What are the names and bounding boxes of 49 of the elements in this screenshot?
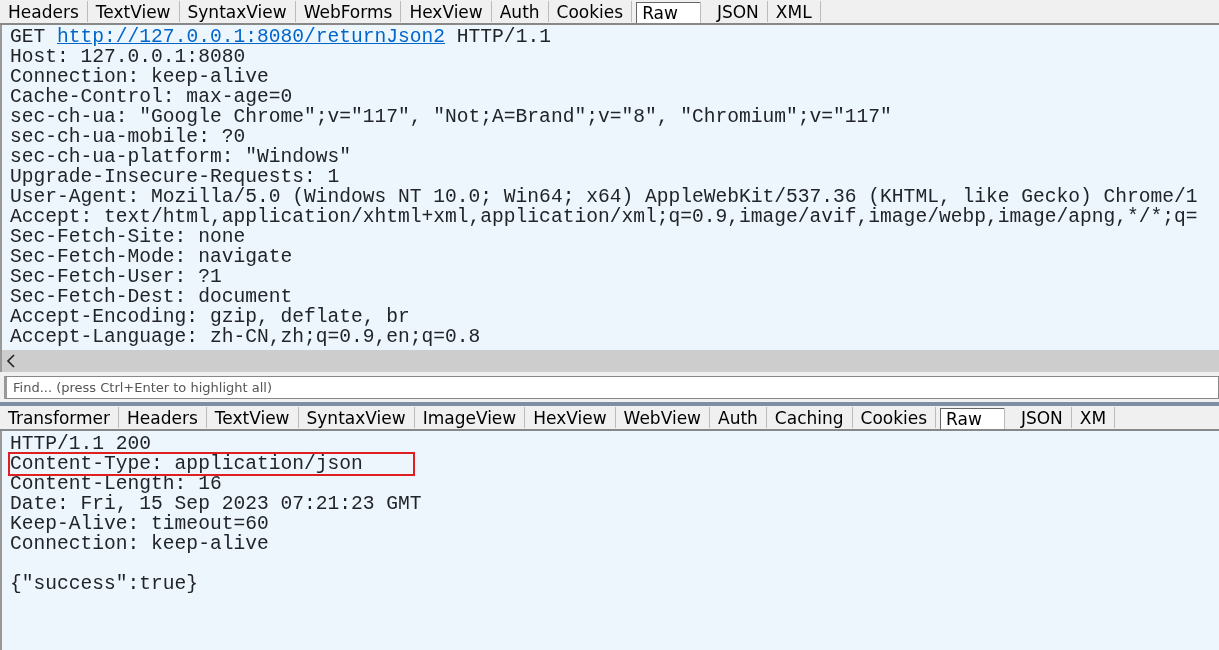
- header-line: Sec-Fetch-Site: none: [10, 227, 246, 247]
- tab[interactable]: TextView: [87, 1, 180, 22]
- tab[interactable]: HexView: [401, 1, 492, 22]
- tab[interactable]: XM: [1071, 407, 1116, 428]
- header-line: Content-Type: application/json: [10, 454, 413, 474]
- tab[interactable]: WebView: [615, 407, 710, 428]
- request-line: GET http://127.0.0.1:8080/returnJson2 HTTP/1.1: [10, 27, 551, 47]
- header-line: Connection: keep-alive: [10, 534, 269, 554]
- header-line: Sec-Fetch-Dest: document: [10, 287, 293, 307]
- header-line: Upgrade-Insecure-Requests: 1: [10, 167, 340, 187]
- tab[interactable]: Transformer: [0, 407, 119, 428]
- find-field[interactable]: Find... (press Ctrl+Enter to highlight all): [4, 376, 1219, 399]
- tab[interactable]: Headers: [119, 407, 207, 428]
- header-line: sec-ch-ua: "Google Chrome";v="117", "Not;A=Brand";v="8", "Chromium";v="117": [10, 107, 892, 127]
- header-line: Connection: keep-alive: [10, 67, 269, 87]
- tab[interactable]: Raw: [636, 2, 701, 23]
- header-line: User-Agent: Mozilla/5.0 (Windows NT 10.0; Win64; x64) AppleWebKit/537.36 (KHTML, like Gecko) Chrome/1: [10, 187, 1198, 207]
- header-line: Accept-Language: zh-CN,zh;q=0.9,en;q=0.8: [10, 327, 481, 347]
- header-line: sec-ch-ua-platform: "Windows": [10, 147, 351, 167]
- tab[interactable]: Cookies: [548, 1, 633, 22]
- tab[interactable]: SyntaxView: [298, 407, 415, 428]
- header-line: Content-Length: 16: [10, 474, 222, 494]
- scroll-left-icon[interactable]: [6, 354, 16, 368]
- tab[interactable]: Auth: [710, 407, 767, 428]
- header-line: Host: 127.0.0.1:8080: [10, 47, 246, 67]
- header-line: sec-ch-ua-mobile: ?0: [10, 127, 246, 147]
- tab[interactable]: Caching: [766, 407, 853, 428]
- header-line: Cache-Control: max-age=0: [10, 87, 293, 107]
- url-link[interactable]: http://127.0.0.1:8080/returnJson2: [57, 26, 446, 48]
- header-line: Sec-Fetch-User: ?1: [10, 267, 222, 287]
- tab[interactable]: JSON: [708, 1, 768, 22]
- header-line: Sec-Fetch-Mode: navigate: [10, 247, 293, 267]
- tab[interactable]: TextView: [206, 407, 299, 428]
- tab[interactable]: JSON: [1012, 407, 1072, 428]
- header-line: Accept-Encoding: gzip, deflate, br: [10, 307, 410, 327]
- tab[interactable]: Cookies: [852, 407, 937, 428]
- tab[interactable]: Raw: [940, 408, 1005, 429]
- tab[interactable]: HexView: [525, 407, 616, 428]
- tab[interactable]: SyntaxView: [179, 1, 296, 22]
- tab[interactable]: ImageView: [414, 407, 526, 428]
- header-line: Keep-Alive: timeout=60: [10, 514, 269, 534]
- header-line: HTTP/1.1 200: [10, 434, 152, 454]
- tab[interactable]: XML: [767, 1, 821, 22]
- response-body: {"success":true}: [10, 574, 199, 594]
- tab[interactable]: Headers: [0, 1, 88, 22]
- header-line: Date: Fri, 15 Sep 2023 07:21:23 GMT: [10, 494, 422, 514]
- header-line: Accept: text/html,application/xhtml+xml,application/xml;q=0.9,image/avif,image/webp,image/apng,*/*;q=: [10, 207, 1198, 227]
- tab[interactable]: Auth: [491, 1, 549, 22]
- tab[interactable]: WebForms: [295, 1, 402, 22]
